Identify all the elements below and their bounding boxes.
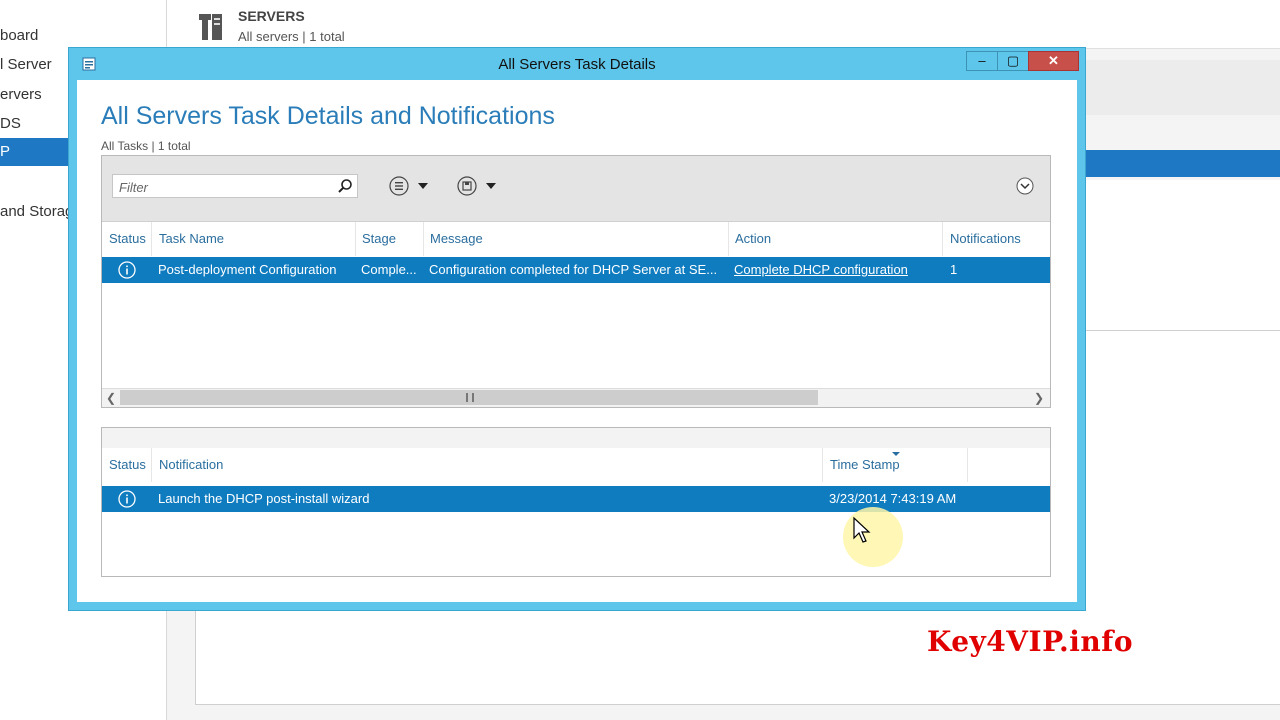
notification-cell: Launch the DHCP post-install wizard	[158, 491, 370, 506]
maximize-icon: ▢	[1006, 53, 1020, 68]
background-selection-bar	[1085, 150, 1280, 177]
maximize-button[interactable]: ▢	[997, 51, 1029, 71]
column-notification[interactable]: Notification	[159, 448, 223, 482]
dialog-title: All Servers Task Details	[498, 56, 656, 73]
column-notifications[interactable]: Notifications	[950, 222, 1021, 256]
column-divider	[728, 222, 729, 256]
sidebar-item-dashboard[interactable]: board	[0, 22, 166, 50]
chevron-down-icon[interactable]	[1016, 177, 1034, 195]
scrollbar-thumb[interactable]	[120, 390, 818, 405]
info-icon	[118, 490, 136, 508]
column-divider	[151, 222, 152, 256]
column-divider	[967, 448, 968, 482]
background-panel	[1085, 180, 1280, 330]
column-stage[interactable]: Stage	[362, 222, 396, 256]
message-cell: Configuration completed for DHCP Server …	[429, 262, 718, 277]
column-time-stamp[interactable]: Time Stamp	[830, 448, 900, 482]
stage-cell: Comple...	[361, 262, 417, 277]
background-panel	[1085, 60, 1280, 115]
column-action[interactable]: Action	[735, 222, 771, 256]
dialog-titlebar[interactable]: All Servers Task Details – ▢ ✕	[69, 48, 1085, 80]
scroll-right-icon[interactable]: ❯	[1034, 391, 1044, 405]
horizontal-scrollbar[interactable]: ❮ ❯	[102, 388, 1050, 407]
filter-box	[112, 174, 358, 198]
save-query-button[interactable]	[456, 175, 502, 197]
column-message[interactable]: Message	[430, 222, 483, 256]
minimize-button[interactable]: –	[966, 51, 998, 71]
column-status[interactable]: Status	[109, 222, 146, 256]
column-divider	[822, 448, 823, 482]
watermark-text: Key4VIP.info	[927, 625, 1133, 658]
task-details-dialog: All Servers Task Details – ▢ ✕ All Serve…	[69, 48, 1085, 610]
column-status[interactable]: Status	[109, 448, 146, 482]
mouse-cursor-icon	[843, 507, 903, 567]
scroll-left-icon[interactable]: ❮	[106, 391, 116, 405]
tasks-grid: Status Task Name Stage Message Action No…	[101, 155, 1051, 408]
notifications-grid: Status Notification Time Stamp Launch th…	[101, 427, 1051, 577]
close-button[interactable]: ✕	[1028, 51, 1079, 71]
tasks-toolbar	[102, 156, 1050, 222]
close-icon: ✕	[1048, 53, 1059, 68]
notifications-header-strip	[102, 428, 1050, 448]
grip-icon	[466, 393, 474, 402]
column-divider	[355, 222, 356, 256]
list-options-button[interactable]	[388, 175, 434, 197]
column-divider	[151, 448, 152, 482]
column-task-name[interactable]: Task Name	[159, 222, 224, 256]
column-divider	[942, 222, 943, 256]
servers-title: SERVERS	[238, 8, 305, 24]
table-row[interactable]: Post-deployment Configuration Comple... …	[102, 257, 1050, 283]
search-icon[interactable]	[337, 178, 353, 194]
filter-input[interactable]	[117, 177, 331, 197]
minimize-icon: –	[978, 53, 986, 68]
tasks-count: All Tasks | 1 total	[101, 139, 191, 153]
info-icon	[118, 261, 136, 279]
servers-tools-icon	[199, 14, 222, 40]
complete-dhcp-configuration-link[interactable]: Complete DHCP configuration	[734, 257, 939, 283]
notifications-count-cell: 1	[950, 262, 958, 277]
task-name-cell: Post-deployment Configuration	[158, 262, 337, 277]
dialog-client-area: All Servers Task Details and Notificatio…	[77, 80, 1077, 602]
page-title: All Servers Task Details and Notificatio…	[101, 102, 555, 130]
servers-subtitle: All servers | 1 total	[238, 29, 345, 44]
column-divider	[423, 222, 424, 256]
